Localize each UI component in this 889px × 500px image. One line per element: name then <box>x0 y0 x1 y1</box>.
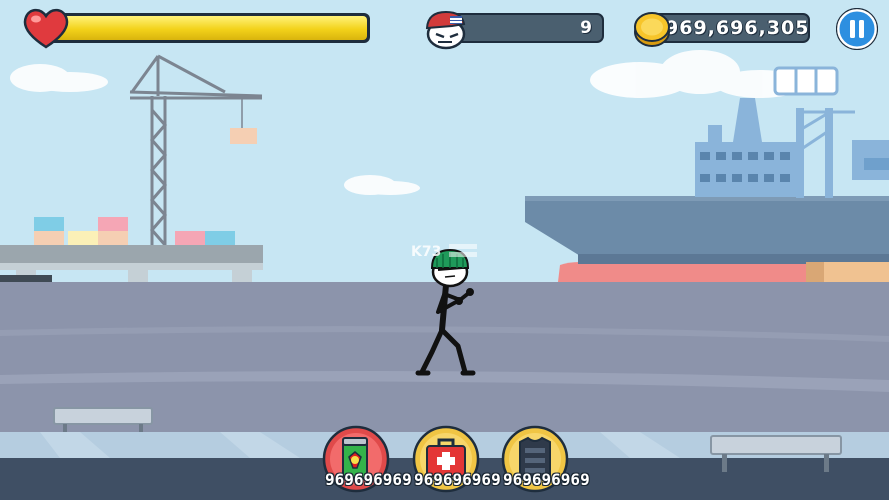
container <box>68 231 98 245</box>
pier-post <box>232 270 252 282</box>
container <box>34 217 64 231</box>
pier-post <box>128 270 148 282</box>
pause-button[interactable] <box>836 8 878 50</box>
coin-counter: 969,696,305 <box>648 13 810 43</box>
health-bar <box>42 13 370 43</box>
crane-cargo <box>230 128 257 144</box>
heart-icon <box>23 8 69 49</box>
item-count-medkit: 969696969 <box>414 470 501 489</box>
item-count-armor-vest: 969696969 <box>503 470 590 489</box>
kill-count-value: 9 <box>580 18 592 38</box>
container <box>205 231 235 245</box>
ship-lights <box>773 66 839 96</box>
container <box>34 231 64 245</box>
container <box>98 217 128 231</box>
container <box>175 231 205 245</box>
item-count-energy-drink: 969696969 <box>325 470 412 489</box>
coin-icon <box>634 12 670 47</box>
health-bar-fill <box>45 16 367 40</box>
enemy-head-icon <box>425 10 466 50</box>
coin-count-value: 969,696,305 <box>665 17 810 39</box>
watermark-text: K73 <box>411 244 441 260</box>
pier <box>0 245 263 263</box>
container <box>98 231 128 245</box>
ship-hull <box>525 197 889 262</box>
pier-underside <box>0 263 263 270</box>
k73-watermark-logo: K73 <box>411 244 477 260</box>
kill-counter: 9 <box>444 13 604 43</box>
